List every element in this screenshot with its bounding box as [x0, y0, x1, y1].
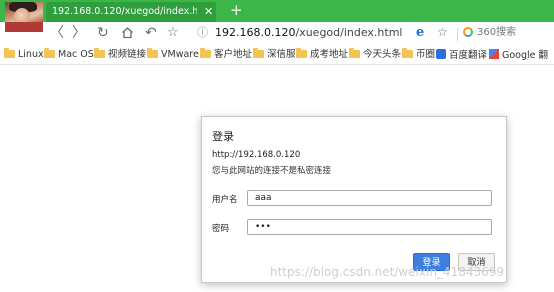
bookmark-macos[interactable]: Mac OS: [44, 48, 94, 62]
google-translate-icon: [489, 49, 499, 59]
folder-icon: [200, 48, 211, 58]
bookmark-customer-address[interactable]: 客户地址: [200, 48, 252, 62]
bookmark-label: VMware: [161, 49, 199, 60]
bookmark-label: 视频链接: [108, 49, 147, 60]
bookmark-label: 百度翻译: [449, 50, 488, 61]
url-host: 192.168.0.120: [215, 26, 296, 39]
reload-icon[interactable]: ↻: [97, 24, 109, 42]
bookmark-linux[interactable]: Linux: [4, 48, 44, 62]
ie-mode-icon[interactable]: e: [416, 25, 424, 40]
360-search-icon: [463, 27, 473, 37]
url-path: /xuegod/index.html: [295, 26, 403, 39]
folder-icon: [349, 48, 360, 58]
folder-icon: [296, 48, 307, 58]
folder-icon: [94, 48, 105, 58]
tab-title: 192.168.0.120/xuegod/index.htm: [52, 6, 197, 17]
divider: [457, 27, 458, 41]
bookmark-label: Mac OS: [58, 49, 94, 60]
folder-icon: [402, 48, 413, 58]
browser-tab[interactable]: 192.168.0.120/xuegod/index.htm ✕: [46, 2, 216, 22]
bookmark-crypto[interactable]: 币圈: [402, 48, 435, 62]
bookmark-sangfor[interactable]: 深信服: [253, 48, 296, 62]
bookmarks-bar: Linux Mac OS 视频链接 VMware 客户地址 深信服 成考地址 今…: [0, 46, 554, 65]
forward-icon[interactable]: 〉: [72, 24, 86, 42]
folder-icon: [253, 48, 264, 58]
bookmark-exam-address[interactable]: 成考地址: [296, 48, 348, 62]
dialog-title: 登录: [212, 130, 234, 143]
bookmark-video-links[interactable]: 视频链接: [94, 48, 146, 62]
bookmark-label: 深信服: [267, 49, 296, 60]
home-icon[interactable]: [121, 24, 134, 42]
bookmark-label: Linux: [18, 49, 44, 60]
bookmark-label: Google 翻: [502, 50, 549, 61]
new-tab-icon[interactable]: +: [230, 1, 243, 19]
bookmark-label: 今天头条: [363, 49, 402, 60]
bookmark-label: 成考地址: [310, 49, 349, 60]
undo-icon[interactable]: ↶: [145, 24, 157, 42]
dialog-url: http://192.168.0.120: [212, 150, 301, 160]
bookmark-vmware[interactable]: VMware: [147, 48, 199, 62]
password-input[interactable]: •••: [247, 219, 492, 235]
folder-icon: [4, 48, 15, 58]
search-label: 360搜索: [477, 27, 517, 38]
bookmark-label: 客户地址: [214, 49, 253, 60]
bookmark-baidu-translate[interactable]: 百度翻译: [436, 48, 487, 62]
baidu-icon: [436, 49, 446, 59]
watermark: https://blog.csdn.net/weixin_41843699: [270, 265, 505, 279]
password-label: 密码: [212, 224, 230, 234]
site-info-icon[interactable]: ⓘ: [197, 25, 208, 41]
login-dialog: 登录 http://192.168.0.120 您与此网站的连接不是私密连接 用…: [201, 116, 507, 283]
tab-bar: 192.168.0.120/xuegod/index.htm ✕ +: [0, 0, 554, 32]
url-text: 192.168.0.120/xuegod/index.html: [215, 25, 403, 41]
close-tab-icon[interactable]: ✕: [204, 2, 213, 22]
bookmark-toutiao[interactable]: 今天头条: [349, 48, 401, 62]
bookmark-google-translate[interactable]: Google 翻: [489, 48, 548, 62]
folder-icon: [44, 48, 55, 58]
folder-icon: [147, 48, 158, 58]
back-icon[interactable]: 〈: [50, 24, 64, 42]
username-label: 用户名: [212, 195, 238, 205]
search-box[interactable]: 360搜索: [463, 25, 553, 42]
favorite-icon[interactable]: ☆: [167, 24, 179, 42]
username-input[interactable]: [247, 190, 492, 206]
dialog-security-note: 您与此网站的连接不是私密连接: [212, 166, 332, 176]
bookmark-label: 币圈: [416, 49, 436, 60]
profile-avatar[interactable]: [5, 2, 43, 32]
bookmark-star-icon[interactable]: ☆: [437, 25, 448, 39]
